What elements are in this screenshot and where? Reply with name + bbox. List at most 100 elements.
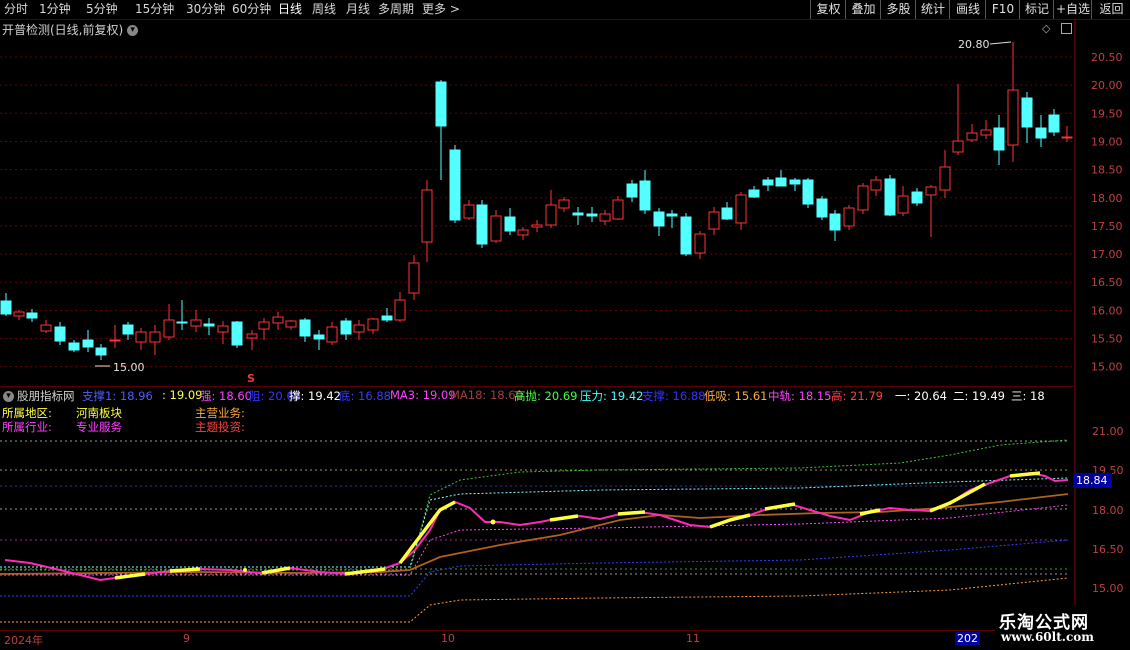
candle bbox=[408, 255, 420, 300]
price-tick: 19.50 bbox=[1091, 107, 1123, 120]
low-price-label: 15.00 bbox=[113, 361, 145, 374]
candle bbox=[421, 180, 433, 262]
sell-signal-mark: S bbox=[247, 372, 255, 385]
signal-segment bbox=[764, 502, 796, 511]
indicator-value: 二: 19.49 bbox=[953, 389, 1005, 403]
signal-dot bbox=[490, 519, 496, 525]
signal-segment bbox=[859, 508, 881, 516]
candle bbox=[504, 208, 516, 235]
watermark-url: www.60lt.com bbox=[1001, 630, 1094, 644]
candle bbox=[367, 318, 379, 334]
candle bbox=[394, 292, 406, 322]
price-axis: 20.50 20.00 19.50 19.00 18.50 18.00 17.50 17.00… bbox=[1091, 51, 1123, 374]
candle bbox=[82, 330, 94, 352]
candle bbox=[1035, 115, 1047, 147]
indicator-value: 撑: 19.42 bbox=[289, 389, 341, 403]
candle bbox=[13, 310, 25, 320]
chevron-down-icon: ▾ bbox=[3, 391, 14, 402]
candle bbox=[680, 213, 692, 256]
candle bbox=[490, 210, 502, 243]
current-value-badge: 18.84 bbox=[1073, 473, 1112, 488]
candle bbox=[203, 318, 215, 335]
candle bbox=[163, 304, 175, 340]
candle bbox=[694, 231, 706, 259]
candle bbox=[735, 192, 747, 230]
signal-segment bbox=[1009, 471, 1041, 478]
candle bbox=[517, 227, 529, 240]
candle bbox=[558, 197, 570, 212]
candle bbox=[993, 115, 1005, 165]
indicator-value: MA18: 18.60 bbox=[450, 388, 523, 402]
candle bbox=[258, 318, 270, 340]
price-tick: 15.50 bbox=[1091, 333, 1123, 346]
candle bbox=[26, 309, 38, 322]
candle bbox=[816, 196, 828, 220]
candle bbox=[463, 200, 475, 220]
candle bbox=[789, 178, 801, 191]
candle bbox=[272, 312, 284, 330]
candle bbox=[231, 321, 243, 348]
indicator-value: 强: 18.60 bbox=[200, 389, 252, 403]
candle bbox=[762, 177, 774, 191]
indicator-value: 低吸: 15.61 bbox=[704, 389, 768, 403]
date-axis-line bbox=[0, 630, 1075, 631]
indicator-value: 支撑1: 18.96 bbox=[82, 389, 153, 403]
price-tick: 17.50 bbox=[1091, 220, 1123, 233]
price-tick: 18.50 bbox=[1091, 164, 1123, 177]
upper-band-line bbox=[0, 439, 1069, 571]
candle bbox=[326, 322, 338, 345]
candle bbox=[1007, 42, 1019, 162]
candle bbox=[0, 293, 12, 316]
candle bbox=[666, 210, 678, 228]
candle bbox=[829, 210, 841, 241]
candle bbox=[95, 344, 107, 360]
candle bbox=[572, 207, 584, 225]
candle bbox=[285, 320, 297, 330]
candle bbox=[40, 320, 52, 333]
candle bbox=[531, 220, 543, 232]
candle bbox=[176, 300, 188, 330]
candle bbox=[122, 322, 134, 340]
indicator-value: 高抛: 20.69 bbox=[514, 389, 578, 403]
indicator-tick: 21.00 bbox=[1092, 425, 1124, 438]
candle bbox=[109, 325, 121, 348]
indicator-tick: 16.50 bbox=[1092, 543, 1124, 556]
candle bbox=[612, 196, 624, 220]
signal-segment bbox=[169, 567, 201, 573]
price-tick: 19.00 bbox=[1091, 135, 1123, 148]
industry-value: 专业服务 bbox=[76, 420, 122, 434]
indicator-grid bbox=[0, 440, 1068, 575]
candle bbox=[857, 183, 869, 214]
indicator-value: 高: 21.79 bbox=[831, 389, 883, 403]
price-tick: 20.50 bbox=[1091, 51, 1123, 64]
candle bbox=[748, 186, 760, 198]
candle bbox=[435, 80, 447, 180]
theme-label: 主题投资: bbox=[195, 420, 245, 434]
candle bbox=[884, 175, 896, 216]
watermark: 乐淘公式网 www.60lt.com bbox=[995, 605, 1130, 650]
candle bbox=[980, 120, 992, 139]
price-tick: 16.00 bbox=[1091, 304, 1123, 317]
low-band-line bbox=[0, 577, 1069, 623]
candle bbox=[897, 186, 909, 216]
candle bbox=[449, 145, 461, 223]
indicator-value: : 19.09 bbox=[162, 388, 203, 402]
candle bbox=[340, 318, 352, 340]
candle bbox=[68, 340, 80, 352]
indicator-lines bbox=[0, 439, 1069, 623]
candle bbox=[135, 328, 147, 350]
price-tick: 18.00 bbox=[1091, 192, 1123, 205]
candle bbox=[1061, 126, 1073, 142]
signal-segment bbox=[114, 572, 146, 580]
price-tick: 16.50 bbox=[1091, 276, 1123, 289]
candle bbox=[246, 330, 258, 350]
price-tick: 17.00 bbox=[1091, 248, 1123, 261]
candle bbox=[952, 84, 964, 155]
date-label-nov: 11 bbox=[686, 632, 700, 645]
candle bbox=[911, 188, 923, 206]
indicator-name[interactable]: ▾ 股朋指标网 bbox=[3, 388, 75, 404]
signal-segment bbox=[344, 567, 386, 576]
indicator-title: 股朋指标网 bbox=[17, 389, 75, 403]
candle bbox=[476, 200, 488, 248]
candlesticks bbox=[0, 41, 1073, 367]
